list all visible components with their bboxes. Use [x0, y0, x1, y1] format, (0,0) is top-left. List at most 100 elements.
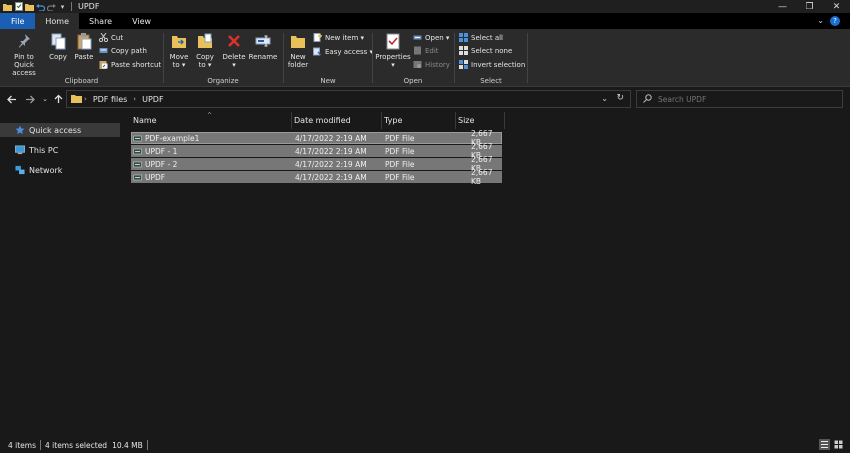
- pdf-file-icon: [133, 160, 142, 169]
- pc-icon: [15, 145, 25, 155]
- copy-button[interactable]: Copy: [46, 31, 70, 61]
- properties-icon: [384, 31, 402, 51]
- tab-view[interactable]: View: [122, 13, 161, 29]
- column-divider[interactable]: [504, 112, 505, 129]
- copy-to-button[interactable]: Copy to ▾: [194, 31, 216, 69]
- file-date: 4/17/2022 2:19 AM: [295, 159, 367, 169]
- close-button[interactable]: ✕: [823, 0, 850, 13]
- column-header-size[interactable]: Size: [456, 112, 504, 129]
- rename-label: Rename: [248, 53, 278, 61]
- maximize-button[interactable]: ❐: [796, 0, 823, 13]
- sidebar-item-quick-access[interactable]: Quick access: [0, 123, 120, 137]
- new-item-button[interactable]: New item ▾: [313, 33, 364, 42]
- tab-share[interactable]: Share: [79, 13, 122, 29]
- selected-size: 10.4 MB: [112, 440, 143, 450]
- file-row[interactable]: UPDF - 1 4/17/2022 2:19 AM PDF File 2,66…: [131, 142, 502, 160]
- back-arrow-icon[interactable]: [6, 92, 18, 106]
- easy-access-button[interactable]: Easy access ▾: [313, 47, 373, 56]
- rename-icon: [254, 31, 272, 51]
- pdf-file-icon: [133, 173, 142, 182]
- ribbon-tabs: File Home Share View ⌄ ?: [0, 13, 850, 29]
- edit-icon: [413, 46, 422, 55]
- properties-button[interactable]: Properties ▾: [375, 31, 411, 69]
- paste-button[interactable]: Paste: [72, 31, 96, 61]
- clipboard-group: Pin to Quick access Copy Paste Cut Copy …: [0, 29, 163, 87]
- edit-button[interactable]: Edit: [413, 46, 439, 55]
- scissors-icon: [99, 33, 108, 42]
- details-view-icon[interactable]: [819, 439, 830, 450]
- easy-access-label: Easy access ▾: [325, 47, 374, 56]
- properties-qat-icon[interactable]: [14, 2, 23, 11]
- refresh-icon[interactable]: ↻: [616, 93, 624, 103]
- delete-button[interactable]: Delete ▾: [222, 31, 246, 69]
- open-button[interactable]: Open ▾: [413, 33, 449, 42]
- forward-arrow-icon[interactable]: [24, 92, 36, 106]
- redo-icon[interactable]: [47, 2, 56, 11]
- breadcrumb-updf[interactable]: UPDF: [142, 95, 163, 104]
- address-dropdown-icon[interactable]: ⌄: [601, 94, 608, 103]
- history-icon: [413, 60, 422, 69]
- paste-shortcut-button[interactable]: Paste shortcut: [99, 60, 161, 69]
- new-folder-qat-icon[interactable]: [25, 2, 34, 11]
- copy-label: Copy: [49, 53, 67, 61]
- copy-path-button[interactable]: Copy path: [99, 46, 147, 55]
- recent-locations-icon[interactable]: ⌄: [39, 92, 51, 106]
- ribbon: Pin to Quick access Copy Paste Cut Copy …: [0, 29, 850, 87]
- search-box[interactable]: [636, 90, 843, 108]
- file-row[interactable]: UPDF 4/17/2022 2:19 AM PDF File 2,667 KB: [131, 168, 502, 186]
- organize-group-label: Organize: [207, 77, 239, 85]
- tab-home[interactable]: Home: [35, 13, 80, 29]
- file-name: UPDF - 2: [145, 159, 178, 169]
- select-none-icon: [459, 46, 468, 55]
- pdf-file-icon: [133, 147, 142, 156]
- search-input[interactable]: [658, 94, 838, 104]
- navigation-bar: ⌄ › PDF files › UPDF ⌄ ↻: [0, 88, 850, 110]
- easy-access-icon: [313, 47, 322, 56]
- select-all-button[interactable]: Select all: [459, 33, 503, 42]
- network-icon: [15, 165, 25, 175]
- breadcrumb-chevron-icon[interactable]: ›: [133, 95, 136, 103]
- breadcrumb-pdf-files[interactable]: PDF files: [93, 95, 127, 104]
- move-to-button[interactable]: Move to ▾: [168, 31, 190, 69]
- breadcrumb-chevron-icon[interactable]: ›: [84, 95, 87, 103]
- folder-icon: [3, 2, 12, 11]
- pin-to-quick-access-button[interactable]: Pin to Quick access: [4, 31, 44, 77]
- select-none-button[interactable]: Select none: [459, 46, 512, 55]
- folder-icon: [71, 94, 82, 105]
- file-row[interactable]: UPDF - 2 4/17/2022 2:19 AM PDF File 2,66…: [131, 155, 502, 173]
- column-header-date-modified[interactable]: Date modified: [292, 112, 381, 129]
- invert-selection-button[interactable]: Invert selection: [459, 60, 525, 69]
- rename-button[interactable]: Rename: [248, 31, 278, 61]
- undo-icon[interactable]: [36, 2, 45, 11]
- history-button[interactable]: History: [413, 60, 450, 69]
- address-bar[interactable]: › PDF files › UPDF ⌄ ↻: [66, 90, 631, 108]
- file-date: 4/17/2022 2:19 AM: [295, 146, 367, 156]
- cut-button[interactable]: Cut: [99, 33, 123, 42]
- sidebar-item-this-pc[interactable]: This PC: [0, 143, 120, 157]
- customize-qat-icon[interactable]: ▾: [58, 2, 67, 11]
- pin-label: Pin to Quick access: [12, 53, 36, 77]
- pdf-file-icon: [133, 134, 142, 143]
- select-group-label: Select: [480, 77, 502, 85]
- sidebar-item-label: Network: [29, 165, 63, 175]
- column-header-name[interactable]: Name: [131, 112, 291, 129]
- new-folder-button[interactable]: New folder: [287, 31, 309, 69]
- file-date: 4/17/2022 2:19 AM: [295, 133, 367, 143]
- copy-path-icon: [99, 46, 108, 55]
- column-header-type[interactable]: Type: [382, 112, 455, 129]
- minimize-button[interactable]: —: [769, 0, 796, 13]
- file-row[interactable]: PDF-example1 4/17/2022 2:19 AM PDF File …: [131, 129, 502, 147]
- properties-label: Properties ▾: [375, 53, 411, 69]
- collapse-ribbon-icon[interactable]: ⌄: [817, 16, 824, 25]
- help-icon[interactable]: ?: [830, 16, 840, 26]
- large-icons-view-icon[interactable]: [833, 439, 844, 450]
- search-icon: [643, 93, 652, 105]
- sidebar-item-network[interactable]: Network: [0, 163, 120, 177]
- paste-shortcut-icon: [99, 60, 108, 69]
- tab-file[interactable]: File: [0, 13, 36, 29]
- up-arrow-icon[interactable]: [52, 92, 64, 106]
- open-group-label: Open: [403, 77, 423, 85]
- move-to-label: Move to ▾: [169, 53, 189, 69]
- status-bar: 4 items 4 items selected 10.4 MB: [0, 437, 850, 453]
- cut-label: Cut: [111, 33, 124, 42]
